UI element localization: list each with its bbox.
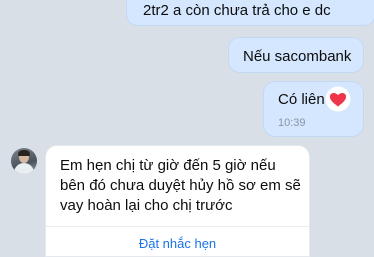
heart-reaction-icon[interactable]: [325, 86, 351, 112]
avatar[interactable]: [11, 148, 37, 174]
outgoing-message-bubble[interactable]: Nếu sacombank: [228, 37, 364, 73]
incoming-message-bubble[interactable]: Em hẹn chị từ giờ đến 5 giờ nếu bên đó c…: [45, 145, 310, 257]
message-text: Nếu sacombank: [243, 48, 352, 65]
message-text: Có liên: [278, 91, 325, 108]
set-reminder-button[interactable]: Đặt nhắc hẹn: [46, 234, 309, 254]
message-text: Em hẹn chị từ giờ đến 5 giờ nếu bên đó c…: [60, 157, 301, 214]
outgoing-message-bubble[interactable]: 2tr2 a còn chưa trả cho e dc: [126, 0, 374, 26]
message-timestamp: 10:39: [278, 117, 306, 129]
message-text: 2tr2 a còn chưa trả cho e dc: [143, 2, 331, 19]
divider: [46, 226, 309, 227]
